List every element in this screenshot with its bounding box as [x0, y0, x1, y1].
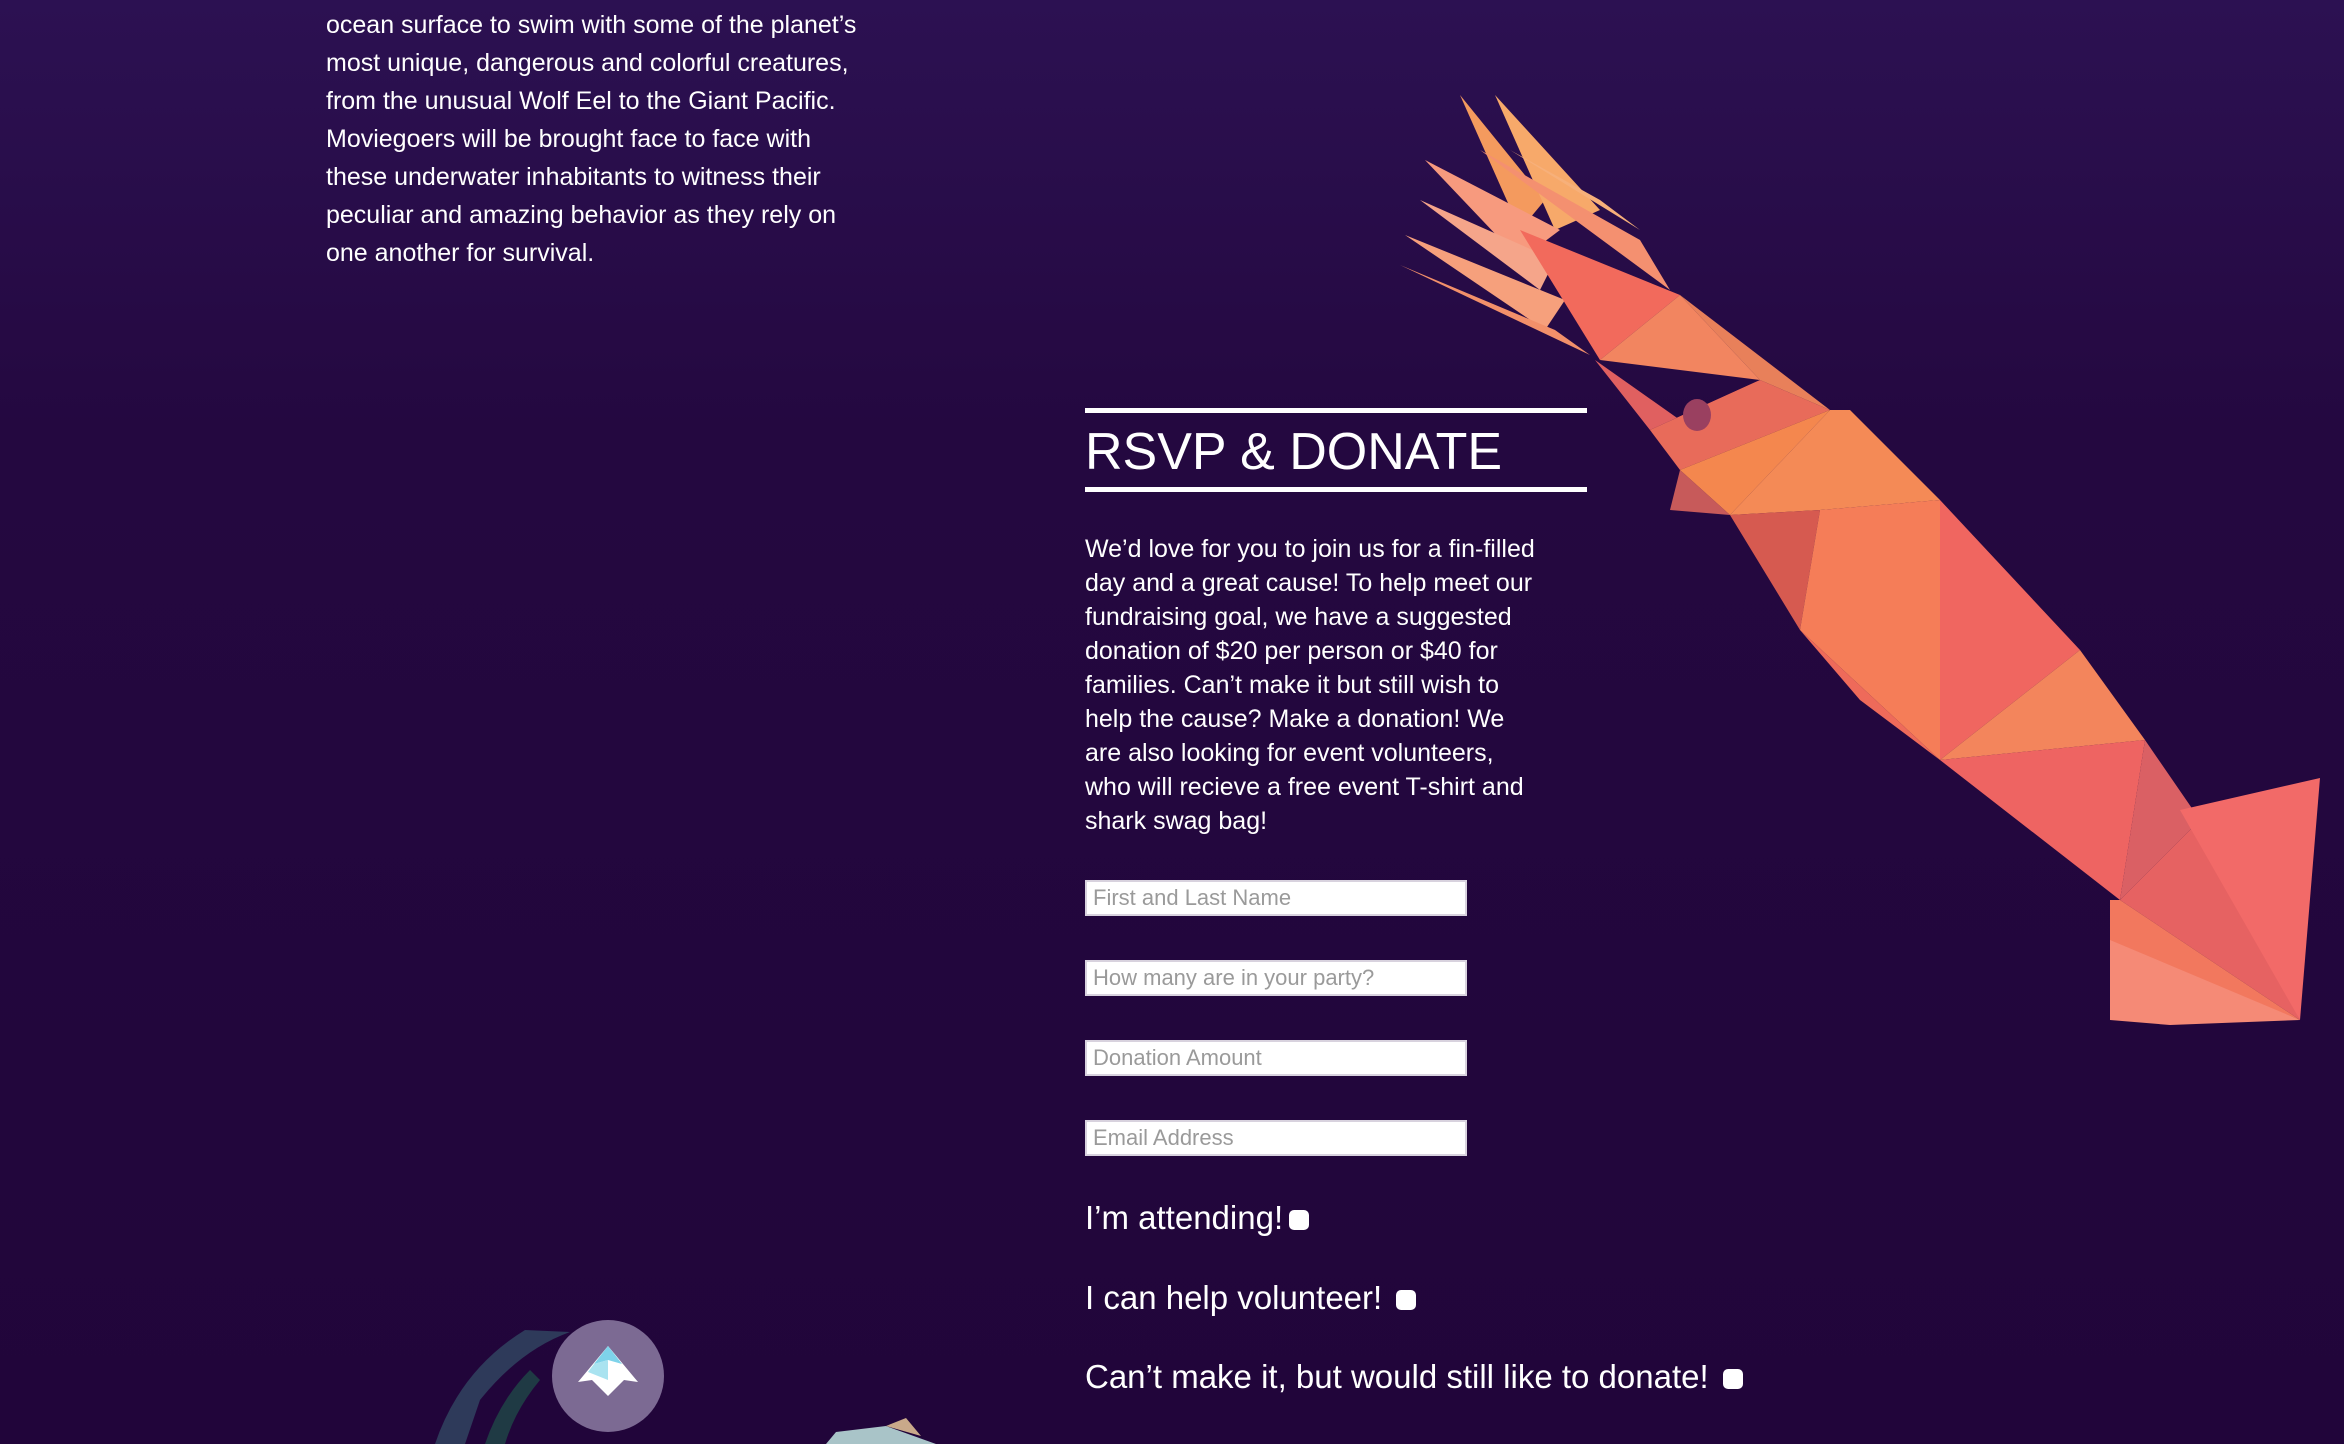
bottom-fish-illustration: [826, 1418, 936, 1444]
rsvp-description: We’d love for you to join us for a fin-f…: [1085, 535, 1535, 835]
volunteer-checkbox[interactable]: [1396, 1290, 1417, 1310]
volunteer-option: I can help volunteer!: [1085, 1278, 1417, 1318]
donate-only-option: Can’t make it, but would still like to d…: [1085, 1357, 1743, 1397]
attending-option: I’m attending!: [1085, 1198, 1310, 1238]
donate-only-label: Can’t make it, but would still like to d…: [1085, 1358, 1709, 1395]
up-arrow-fish-icon: [578, 1346, 638, 1396]
party-size-field[interactable]: [1085, 960, 1467, 996]
donation-amount-field[interactable]: [1085, 1040, 1467, 1076]
donate-only-checkbox[interactable]: [1722, 1369, 1743, 1389]
email-field[interactable]: [1085, 1120, 1467, 1156]
attending-label: I’m attending!: [1085, 1199, 1284, 1236]
scroll-top-button[interactable]: [552, 1320, 664, 1432]
rsvp-heading: RSVP & DONATE: [1085, 408, 1587, 492]
rsvp-section: RSVP & DONATE We’d love for you to join …: [1085, 408, 1587, 838]
attending-checkbox[interactable]: [1289, 1210, 1310, 1230]
intro-paragraph: ocean surface to swim with some of the p…: [326, 11, 857, 267]
name-field[interactable]: [1085, 880, 1467, 916]
volunteer-label: I can help volunteer!: [1085, 1279, 1383, 1316]
